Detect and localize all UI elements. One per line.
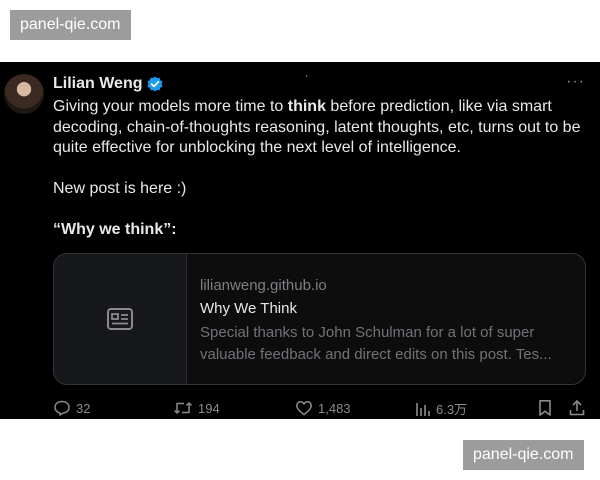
reply-button[interactable]: 32: [53, 399, 90, 417]
reply-icon: [54, 400, 70, 416]
text-segment: Giving your models more time to: [53, 98, 288, 115]
more-horizontal-icon[interactable]: ···: [566, 73, 585, 91]
retweet-count: 194: [198, 400, 220, 416]
views-button[interactable]: 6.3万: [415, 399, 467, 418]
share-icon: [569, 399, 585, 416]
action-bar: 32 194 1,483 6.3万: [0, 399, 600, 419]
tweet-text: Giving your models more time to think be…: [53, 97, 593, 241]
verified-badge-icon: [147, 76, 163, 92]
watermark-bottom: panel-qie.com: [463, 440, 584, 470]
avatar[interactable]: [4, 74, 44, 114]
card-text: lilianweng.github.io Why We Think Specia…: [200, 276, 580, 365]
reply-count: 32: [76, 400, 91, 416]
retweet-icon: [173, 401, 193, 415]
retweet-button[interactable]: 194: [173, 399, 220, 417]
author-name[interactable]: Lilian Weng: [53, 75, 142, 93]
article-icon: [54, 254, 187, 384]
tweet-paragraph-3: “Why we think”:: [53, 221, 177, 238]
card-description-line-2: valuable feedback and direct edits on th…: [200, 346, 552, 363]
tweet[interactable]: Lilian Weng ˋ ··· Giving your models mor…: [0, 62, 600, 419]
card-domain: lilianweng.github.io: [200, 277, 327, 294]
tweet-header: Lilian Weng: [53, 73, 163, 95]
stray-mark: ˋ: [305, 75, 309, 86]
bookmark-button[interactable]: [537, 399, 553, 417]
tweet-paragraph-2: New post is here :): [53, 180, 187, 197]
card-description-line-1: Special thanks to John Schulman for a lo…: [200, 324, 535, 341]
share-button[interactable]: [568, 399, 586, 417]
tweet-paragraph-1: Giving your models more time to think be…: [53, 97, 593, 159]
bookmark-icon: [539, 400, 551, 416]
card-title: Why We Think: [200, 300, 297, 317]
bold-text: think: [287, 98, 326, 115]
like-button[interactable]: 1,483: [295, 399, 351, 417]
views-chart-icon: [416, 402, 430, 416]
views-count: 6.3万: [436, 402, 468, 417]
like-count: 1,483: [318, 400, 351, 416]
link-card[interactable]: lilianweng.github.io Why We Think Specia…: [53, 253, 586, 385]
heart-icon: [296, 401, 312, 416]
watermark-top: panel-qie.com: [10, 10, 131, 40]
